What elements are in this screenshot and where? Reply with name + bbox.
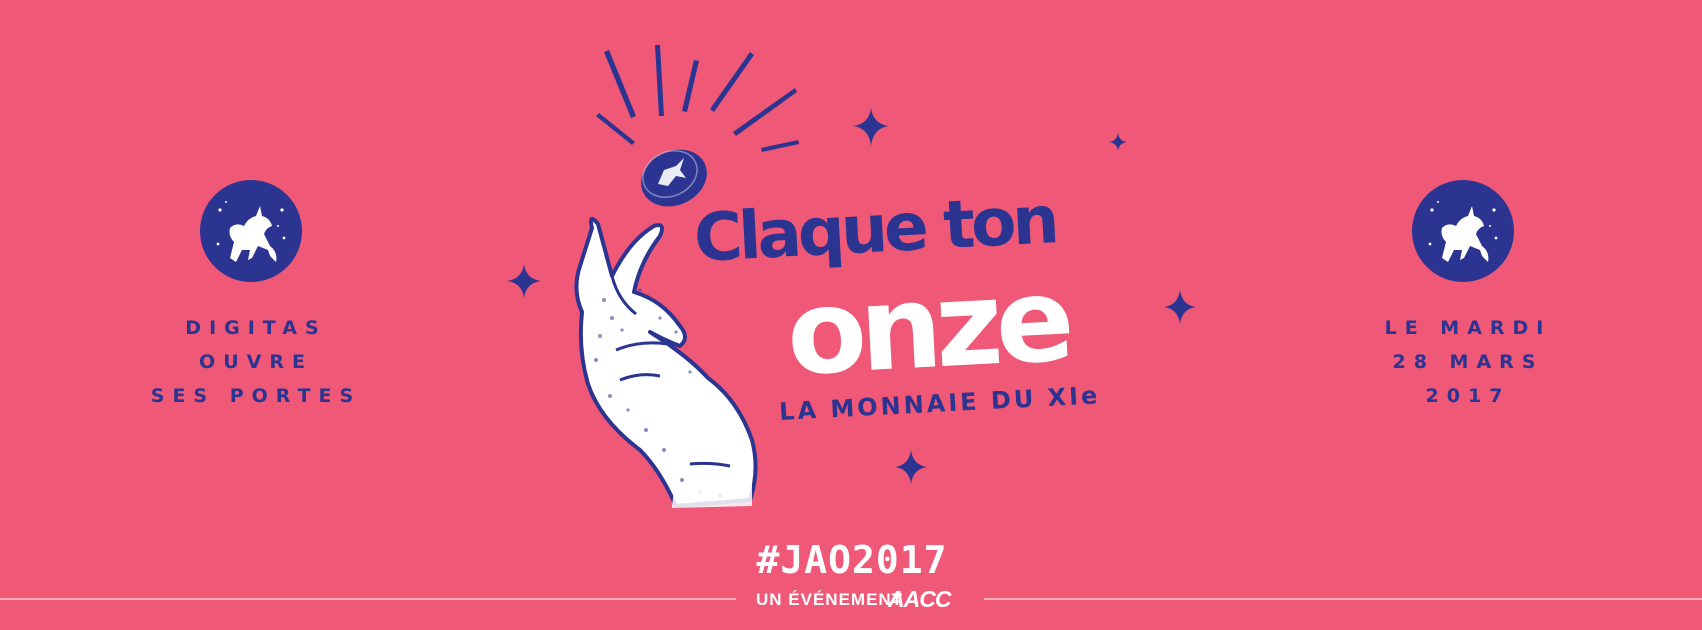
left-tagline-line: OUVRE [199, 351, 313, 373]
event-label: UN ÉVÉNEMENT [756, 590, 904, 609]
sparkle-icon [853, 108, 889, 146]
right-date-line: LE MARDI [1384, 317, 1552, 339]
sparkle-icon [895, 450, 927, 484]
aacc-logo: AACC [888, 586, 951, 612]
left-tagline-line: DIGITAS [185, 317, 327, 339]
sparkle-icon [1164, 290, 1196, 324]
right-date: LE MARDI 28 MARS 2017 [1308, 311, 1628, 413]
right-date-line: 28 MARS [1392, 351, 1544, 373]
left-tagline: DIGITAS OUVRE SES PORTES [96, 311, 416, 413]
unicorn-icon [216, 201, 286, 262]
sparkle-icon [507, 264, 541, 298]
coin-rays [596, 45, 799, 152]
headline-line-2: onze [783, 252, 1071, 402]
footer-divider-right [984, 598, 1702, 600]
unicorn-icon [1428, 201, 1498, 262]
footer-divider-left [0, 598, 736, 600]
right-date-line: 2017 [1425, 385, 1511, 407]
sparkle-icon [1109, 133, 1127, 151]
left-unicorn-badge [200, 180, 302, 282]
right-unicorn-badge [1412, 180, 1514, 282]
hashtag: #JAO2017 [756, 538, 948, 582]
left-tagline-line: SES PORTES [150, 385, 362, 407]
